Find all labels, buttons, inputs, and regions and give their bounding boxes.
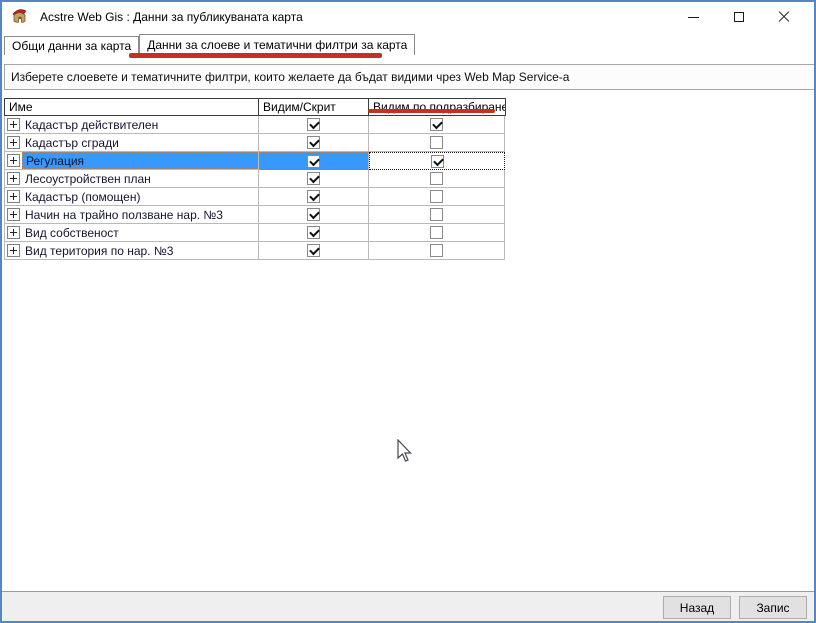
back-button[interactable]: Назад — [663, 596, 731, 619]
expand-plus-icon[interactable] — [7, 244, 20, 257]
expander-zone — [5, 152, 22, 169]
red-underline-header-annotation — [368, 109, 495, 113]
visible-checkbox[interactable] — [307, 208, 320, 221]
maximize-button[interactable] — [716, 2, 761, 32]
default-visible-cell[interactable] — [369, 170, 505, 188]
visible-cell[interactable] — [259, 152, 369, 170]
visible-checkbox[interactable] — [307, 244, 320, 257]
table-row[interactable]: Кадастър сгради — [5, 134, 506, 152]
close-button[interactable] — [761, 2, 806, 32]
expand-plus-icon[interactable] — [7, 208, 20, 221]
red-underline-tab-annotation — [129, 53, 382, 58]
expand-plus-icon[interactable] — [7, 154, 20, 167]
default-visible-cell[interactable] — [369, 224, 505, 242]
layer-name: Вид територия по нар. №3 — [22, 242, 258, 259]
layer-name-cell[interactable]: Кадастър (помощен) — [5, 188, 259, 206]
layer-name-cell[interactable]: Лесоустройствен план — [5, 170, 259, 188]
default-visible-checkbox[interactable] — [430, 244, 443, 257]
layer-name: Начин на трайно ползване нар. №3 — [22, 206, 258, 223]
column-header-visible: Видим/Скрит — [259, 99, 369, 115]
visible-cell[interactable] — [259, 134, 369, 152]
default-visible-checkbox[interactable] — [430, 136, 443, 149]
layer-name: Вид собственост — [22, 224, 258, 241]
minimize-button[interactable] — [671, 2, 716, 32]
default-visible-cell[interactable] — [369, 134, 505, 152]
layer-name: Лесоустройствен план — [22, 170, 258, 187]
expander-zone — [5, 242, 22, 259]
minimize-icon — [688, 17, 699, 18]
visible-cell[interactable] — [259, 188, 369, 206]
layer-name: Кадастър сгради — [22, 134, 258, 151]
expand-plus-icon[interactable] — [7, 118, 20, 131]
tab-general-map-data[interactable]: Общи данни за карта — [4, 36, 139, 55]
default-visible-checkbox[interactable] — [430, 226, 443, 239]
table-row[interactable]: Кадастър (помощен) — [5, 188, 506, 206]
default-visible-checkbox[interactable] — [430, 172, 443, 185]
visible-checkbox[interactable] — [307, 172, 320, 185]
layer-name-cell[interactable]: Вид собственост — [5, 224, 259, 242]
default-visible-checkbox[interactable] — [430, 190, 443, 203]
expand-plus-icon[interactable] — [7, 190, 20, 203]
visible-cell[interactable] — [259, 206, 369, 224]
mouse-cursor — [397, 439, 415, 465]
table-body: Кадастър действителен Кадастър сгради Ре… — [4, 116, 506, 260]
expander-zone — [5, 170, 22, 187]
window-title: Acstre Web Gis : Данни за публикуваната … — [40, 2, 303, 32]
titlebar: Acstre Web Gis : Данни за публикуваната … — [2, 2, 814, 32]
tab-layers-filters[interactable]: Данни за слоеве и тематични филтри за ка… — [139, 34, 415, 55]
visible-cell[interactable] — [259, 224, 369, 242]
table-row[interactable]: Лесоустройствен план — [5, 170, 506, 188]
layer-name: Кадастър действителен — [22, 116, 258, 133]
visible-cell[interactable] — [259, 242, 369, 260]
default-visible-checkbox[interactable] — [430, 208, 443, 221]
expander-zone — [5, 116, 22, 133]
expand-plus-icon[interactable] — [7, 136, 20, 149]
table-row[interactable]: Кадастър действителен — [5, 116, 506, 134]
table-header: Име Видим/Скрит Видим по подразбиране — [4, 98, 506, 116]
layer-name-cell[interactable]: Регулация — [5, 152, 259, 170]
layers-table: Име Видим/Скрит Видим по подразбиране Ка… — [4, 98, 506, 260]
visible-checkbox[interactable] — [307, 136, 320, 149]
maximize-icon — [734, 12, 744, 22]
visible-checkbox[interactable] — [307, 190, 320, 203]
default-visible-cell[interactable] — [369, 188, 505, 206]
expand-plus-icon[interactable] — [7, 172, 20, 185]
default-visible-checkbox[interactable] — [430, 118, 443, 131]
visible-checkbox[interactable] — [307, 155, 320, 168]
expander-zone — [5, 224, 22, 241]
dialog-window: Acstre Web Gis : Данни за публикуваната … — [0, 0, 816, 623]
layer-name-cell[interactable]: Начин на трайно ползване нар. №3 — [5, 206, 259, 224]
table-row[interactable]: Начин на трайно ползване нар. №3 — [5, 206, 506, 224]
layer-name: Кадастър (помощен) — [22, 188, 258, 205]
close-icon — [778, 11, 790, 23]
instruction-text: Изберете слоевете и тематичните филтри, … — [4, 64, 816, 90]
spartan-helmet-icon — [9, 6, 31, 28]
tabstrip: Общи данни за карта Данни за слоеве и те… — [4, 34, 812, 55]
expander-zone — [5, 134, 22, 151]
table-row[interactable]: Вид собственост — [5, 224, 506, 242]
save-button[interactable]: Запис — [739, 596, 807, 619]
visible-cell[interactable] — [259, 116, 369, 134]
layer-name-cell[interactable]: Кадастър действителен — [5, 116, 259, 134]
window-controls — [671, 2, 806, 32]
table-row[interactable]: Вид територия по нар. №3 — [5, 242, 506, 260]
layer-name: Регулация — [22, 152, 258, 169]
default-visible-checkbox[interactable] — [431, 155, 444, 168]
layer-name-cell[interactable]: Кадастър сгради — [5, 134, 259, 152]
layer-name-cell[interactable]: Вид територия по нар. №3 — [5, 242, 259, 260]
default-visible-cell[interactable] — [369, 206, 505, 224]
column-header-name: Име — [5, 99, 259, 115]
visible-checkbox[interactable] — [307, 226, 320, 239]
visible-cell[interactable] — [259, 170, 369, 188]
default-visible-cell[interactable] — [369, 242, 505, 260]
table-row[interactable]: Регулация — [5, 152, 506, 170]
default-visible-cell[interactable] — [369, 116, 505, 134]
default-visible-cell[interactable] — [369, 152, 505, 170]
expander-zone — [5, 206, 22, 223]
footer-bar: Назад Запис — [2, 591, 814, 621]
expand-plus-icon[interactable] — [7, 226, 20, 239]
expander-zone — [5, 188, 22, 205]
visible-checkbox[interactable] — [307, 118, 320, 131]
